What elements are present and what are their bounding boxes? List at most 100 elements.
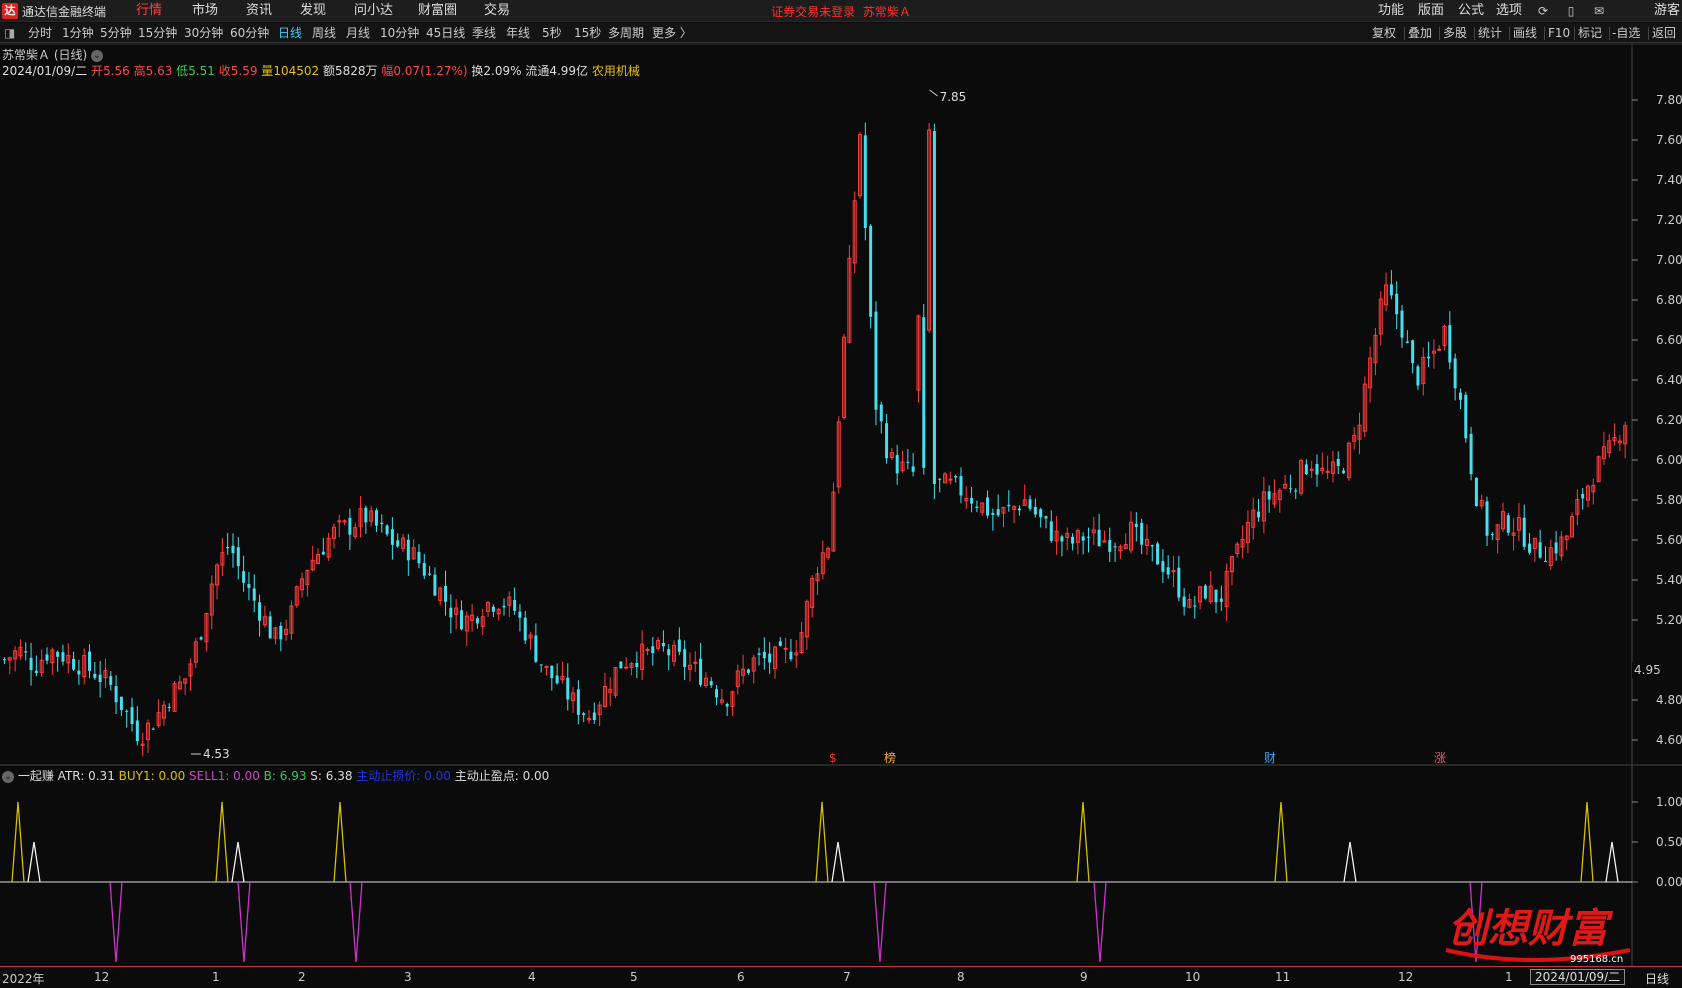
buy-spike xyxy=(1076,801,1090,883)
candle xyxy=(45,654,49,661)
candle xyxy=(1395,293,1399,315)
ind-name[interactable]: 一起赚 xyxy=(18,769,54,783)
candle xyxy=(1166,567,1170,575)
candle xyxy=(869,225,873,317)
price-tick-label: 6.40 xyxy=(1656,373,1682,387)
x-label: 1 xyxy=(212,970,220,984)
candle xyxy=(114,686,118,703)
candle xyxy=(417,551,421,564)
candle xyxy=(396,540,400,547)
candle xyxy=(1309,468,1314,471)
candle xyxy=(651,646,655,654)
candle xyxy=(959,476,963,496)
aux-spike xyxy=(831,841,845,883)
candle xyxy=(539,664,543,666)
candle xyxy=(348,518,352,535)
price-tick-label: 5.60 xyxy=(1656,533,1682,547)
kline-chart[interactable]: 7.85 4.53 7.80 7.60 7.40 7.20 7.00 6.80 6.60 6.4… xyxy=(0,0,1682,988)
x-label: 3 xyxy=(404,970,412,984)
ind-sell1: SELL1: 0.00 xyxy=(189,769,260,783)
candle xyxy=(948,478,953,481)
candle xyxy=(1554,542,1558,554)
chg-value: 0.07(1.27%) xyxy=(393,64,468,78)
candle xyxy=(715,689,719,698)
price-tick-label: 7.20 xyxy=(1656,213,1682,227)
candle xyxy=(1049,521,1053,541)
candle xyxy=(1464,394,1468,439)
candle xyxy=(677,639,681,652)
candle xyxy=(1140,522,1144,545)
candle xyxy=(1060,536,1064,542)
price-tick-label: 4.60 xyxy=(1656,733,1682,747)
price-tick-label: 6.60 xyxy=(1656,333,1682,347)
close-label: 收 xyxy=(218,64,231,78)
candle xyxy=(242,571,246,583)
candle xyxy=(895,455,899,474)
aux-spike xyxy=(1605,841,1619,883)
candle xyxy=(1182,596,1186,607)
candle xyxy=(1214,589,1218,603)
chart-title: 苏常柴Ａ (日线) ⌄ xyxy=(2,46,104,63)
x-label: 11 xyxy=(1275,970,1291,984)
candle xyxy=(475,618,479,624)
low-annotation: 4.53 xyxy=(203,747,230,761)
price-tick-label: 7.40 xyxy=(1656,173,1682,187)
candle xyxy=(1087,536,1090,538)
candle xyxy=(906,461,910,463)
candle xyxy=(1437,348,1442,351)
event-marker: 财 xyxy=(1264,751,1276,765)
candle xyxy=(566,677,570,700)
candle xyxy=(61,652,65,662)
candle xyxy=(236,547,240,567)
candle xyxy=(518,611,522,618)
aux-spike xyxy=(27,841,41,883)
collapse-icon[interactable]: ⌄ xyxy=(91,49,104,62)
candle xyxy=(130,707,134,725)
quote-date: 2024/01/09/二 xyxy=(2,64,88,78)
candle xyxy=(709,681,713,686)
candle xyxy=(433,574,437,596)
watermark-text: 创想财富 xyxy=(1448,905,1614,952)
candle xyxy=(768,653,772,663)
float-value: 流通4.99亿 xyxy=(525,64,589,78)
candle xyxy=(624,666,629,669)
candle xyxy=(3,659,6,661)
candle xyxy=(167,706,171,708)
ind-tick-label: 1.00 xyxy=(1656,795,1682,809)
candle xyxy=(1528,543,1532,553)
candle xyxy=(252,588,256,601)
sector-link[interactable]: 农用机械 xyxy=(592,64,640,78)
candle xyxy=(1581,493,1585,499)
x-label: 7 xyxy=(843,970,851,984)
candle xyxy=(1405,341,1409,344)
candle xyxy=(1490,533,1494,535)
ind-collapse-icon[interactable]: ⌄ xyxy=(2,770,14,783)
candle xyxy=(1017,508,1021,511)
x-label: 6 xyxy=(737,970,745,984)
cursor-date-box: 2024/01/09/二 xyxy=(1530,969,1626,985)
candle xyxy=(667,649,671,656)
ind-stoploss: 主动止损价: 0.00 xyxy=(356,769,451,783)
candle xyxy=(459,610,463,630)
candle xyxy=(1177,567,1181,598)
low-value: 5.51 xyxy=(188,64,215,78)
candle xyxy=(922,317,926,468)
candle xyxy=(1325,470,1330,473)
x-label: 9 xyxy=(1080,970,1088,984)
candle xyxy=(1336,458,1340,466)
candle xyxy=(879,404,883,422)
x-label: 1 xyxy=(1505,970,1513,984)
x-label: 8 xyxy=(957,970,965,984)
candle xyxy=(1389,284,1393,296)
candle xyxy=(24,651,28,653)
candle xyxy=(645,648,650,651)
candle xyxy=(1108,540,1112,552)
candle xyxy=(385,525,389,535)
candle xyxy=(199,637,203,640)
x-label: 12 xyxy=(1398,970,1414,984)
candle xyxy=(1400,310,1404,338)
candle xyxy=(1427,356,1431,359)
time-axis: 2022年 12 1 2 3 4 5 6 7 8 9 10 11 12 1 xyxy=(0,966,1682,988)
indicator-title: ⌄ 一起赚 ATR: 0.31 BUY1: 0.00 SELL1: 0.00 B… xyxy=(2,767,549,784)
buy-spike xyxy=(11,801,25,883)
